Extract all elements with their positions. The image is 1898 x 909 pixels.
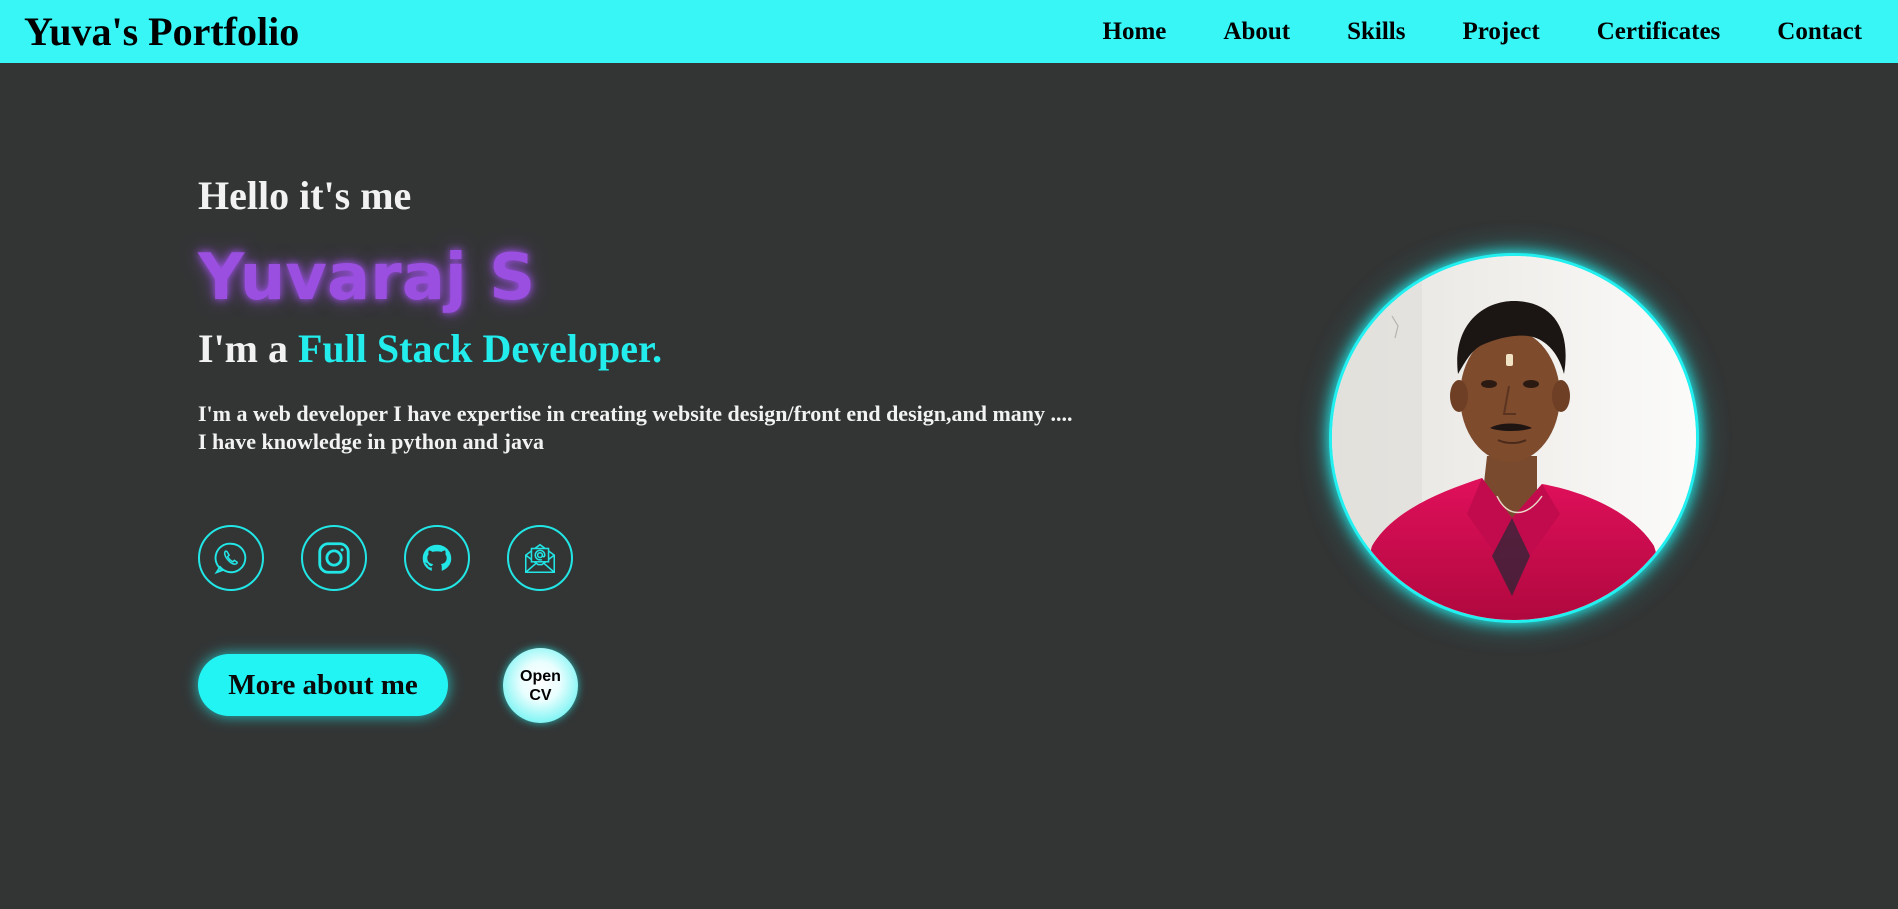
nav-project[interactable]: Project (1462, 18, 1539, 46)
email-link[interactable] (507, 525, 573, 591)
whatsapp-link[interactable] (198, 525, 264, 591)
nav-about[interactable]: About (1223, 18, 1290, 46)
portrait-image (1332, 256, 1696, 620)
hero-name: Yuvaraj S (198, 241, 536, 315)
hero-role-highlight: Full Stack Developer. (298, 326, 663, 371)
instagram-icon (318, 542, 350, 574)
hero-description-line-2: I have knowledge in python and java (198, 429, 544, 454)
github-link[interactable] (404, 525, 470, 591)
nav-home[interactable]: Home (1103, 18, 1167, 46)
open-cv-label-line-1: Open (520, 667, 561, 685)
instagram-link[interactable] (301, 525, 367, 591)
brand-logo[interactable]: Yuva's Portfolio (24, 8, 299, 56)
hero-role-prefix: I'm a (198, 326, 298, 371)
github-icon (422, 544, 452, 571)
hero-description-line-1: I'm a web developer I have expertise in … (198, 401, 1073, 426)
social-links (198, 525, 573, 591)
main-nav: Home About Skills Project Certificates C… (1103, 0, 1862, 63)
hero-description: I'm a web developer I have expertise in … (198, 400, 1073, 456)
hero-role: I'm a Full Stack Developer. (198, 325, 662, 372)
nav-skills[interactable]: Skills (1347, 18, 1405, 46)
open-cv-label-line-2: CV (529, 686, 552, 704)
whatsapp-icon (214, 542, 247, 575)
profile-photo (1329, 253, 1699, 623)
nav-contact[interactable]: Contact (1777, 18, 1862, 46)
hero-greeting: Hello it's me (198, 173, 412, 218)
open-cv-button[interactable]: Open CV (503, 648, 578, 723)
more-about-me-button[interactable]: More about me (198, 654, 448, 716)
nav-certificates[interactable]: Certificates (1597, 18, 1721, 46)
email-icon (524, 543, 556, 574)
navbar: Yuva's Portfolio Home About Skills Proje… (0, 0, 1898, 63)
